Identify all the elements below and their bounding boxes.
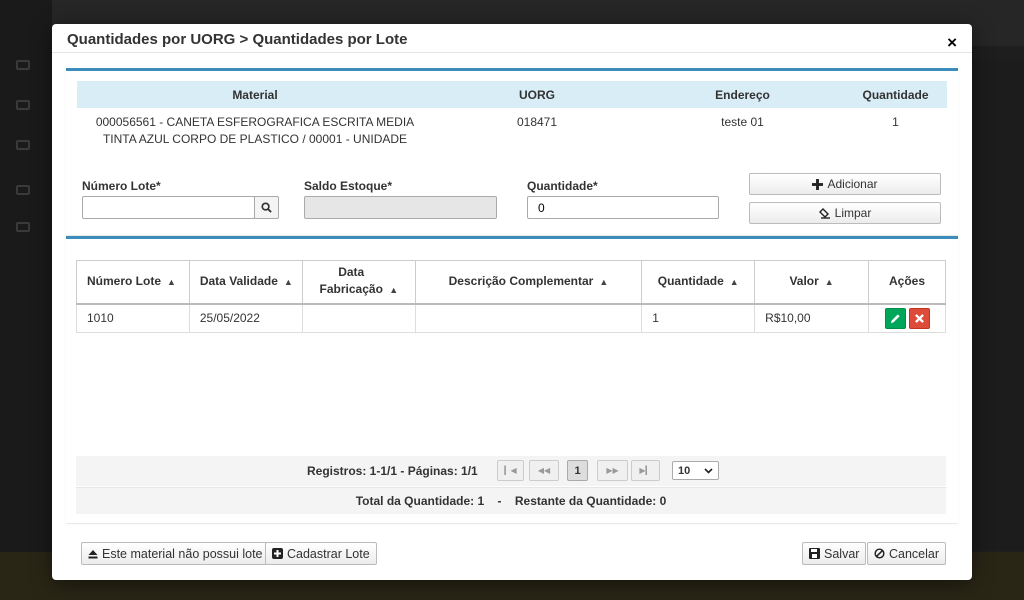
sem-lote-button[interactable]: Este material não possui lote [81, 542, 270, 565]
page-size-select[interactable]: 10 [672, 461, 719, 480]
column-header-data-fabricacao[interactable]: Data Fabricação ▲ [301, 260, 416, 305]
salvar-button[interactable]: Salvar [802, 542, 867, 565]
quantidade-input[interactable] [527, 196, 719, 219]
background-menu-icon [16, 222, 30, 232]
material-description: 000056561 - CANETA ESFEROGRAFICA ESCRITA… [95, 115, 415, 146]
sort-icon: ▲ [283, 276, 293, 287]
search-icon [261, 202, 272, 213]
next-page-button[interactable]: ▶▶ [597, 460, 628, 481]
column-header-valor[interactable]: Valor ▲ [754, 260, 870, 305]
total-quantidade: Total da Quantidade: 1 [355, 494, 485, 508]
background-menu-icon [16, 60, 30, 70]
cadastrar-lote-button[interactable]: Cadastrar Lote [265, 542, 377, 565]
modal-header: Quantidades por UORG > Quantidades por L… [52, 24, 972, 53]
cancelar-button[interactable]: Cancelar [867, 542, 947, 565]
eraser-icon [818, 207, 830, 219]
plus-icon [812, 178, 824, 190]
cell-data-validade: 25/05/2022 [188, 303, 303, 333]
column-header-label: Número Lote [87, 273, 162, 288]
column-header-descricao[interactable]: Descrição Complementar ▲ [414, 260, 643, 305]
cell-descricao [414, 303, 643, 333]
column-header-quantidade[interactable]: Quantidade ▲ [641, 260, 756, 305]
numero-lote-group: Número Lote* [82, 179, 279, 219]
material-panel: Material UORG Endereço Quantidade 000056… [66, 68, 958, 235]
eject-icon [88, 549, 98, 558]
column-header-data-validade[interactable]: Data Validade ▲ [188, 260, 303, 305]
background-menu-icon [16, 100, 30, 110]
numero-lote-lookup [82, 196, 279, 219]
delete-button[interactable] [908, 307, 930, 329]
pagination-info: Registros: 1-1/1 - Páginas: 1/1 [307, 464, 478, 478]
column-header-label: Data Fabricação [319, 265, 383, 297]
background-sidebar [0, 0, 52, 600]
column-header-label: Quantidade [657, 273, 724, 288]
chevron-down-icon [704, 467, 713, 474]
column-header-label: Descrição Complementar [448, 273, 594, 288]
modal-title: Quantidades por UORG > Quantidades por L… [67, 31, 408, 48]
last-page-button[interactable]: ▶▎ [631, 460, 660, 481]
material-table: Material UORG Endereço Quantidade 000056… [77, 81, 947, 148]
lote-quantities-modal: Quantidades por UORG > Quantidades por L… [52, 24, 972, 580]
restante-quantidade: Restante da Quantidade: 0 [514, 494, 667, 508]
page-button-current[interactable]: 1 [567, 460, 588, 481]
column-header-quantidade: Quantidade [844, 81, 947, 108]
save-icon [809, 548, 820, 559]
sort-icon: ▲ [729, 276, 739, 287]
close-icon [914, 313, 924, 323]
lotes-panel: Número Lote ▲ Data Validade ▲ Data Fabrica… [66, 236, 958, 523]
search-lote-button[interactable] [254, 196, 279, 219]
column-header-material: Material [77, 81, 433, 108]
numero-lote-input[interactable] [82, 196, 255, 219]
page-size-value: 10 [678, 464, 691, 477]
sort-icon: ▲ [389, 285, 399, 296]
material-quantidade: 1 [892, 115, 899, 129]
quantidade-group: Quantidade* [527, 179, 719, 219]
background-content [972, 60, 1024, 550]
pagination-bar: Registros: 1-1/1 - Páginas: 1/1 ▎◀ ◀◀ 1 … [76, 456, 946, 486]
adicionar-button[interactable]: Adicionar [749, 173, 941, 195]
cell-valor: R$10,00 [754, 303, 870, 333]
cell-numero-lote: 1010 [76, 303, 190, 333]
column-header-endereco: Endereço [641, 81, 844, 108]
salvar-label: Salvar [824, 546, 860, 561]
column-header-label: Data Validade [199, 273, 278, 288]
first-page-button[interactable]: ▎◀ [497, 460, 524, 481]
limpar-button[interactable]: Limpar [749, 202, 941, 224]
material-endereco: teste 01 [721, 115, 764, 129]
cell-quantidade: 1 [641, 303, 756, 333]
sem-lote-label: Este material não possui lote [102, 546, 263, 561]
plus-square-icon [272, 548, 283, 559]
cell-acoes [868, 303, 946, 333]
lotes-table: Número Lote ▲ Data Validade ▲ Data Fabrica… [76, 260, 946, 333]
saldo-estoque-input [304, 196, 497, 219]
close-icon[interactable]: × [947, 34, 957, 51]
limpar-label: Limpar [834, 206, 872, 220]
prev-page-button[interactable]: ◀◀ [529, 460, 559, 481]
sort-icon: ▲ [599, 276, 609, 287]
cancelar-label: Cancelar [889, 546, 940, 561]
adicionar-label: Adicionar [827, 177, 878, 191]
cadastrar-lote-label: Cadastrar Lote [287, 546, 370, 561]
numero-lote-label: Número Lote* [82, 179, 161, 193]
edit-button[interactable] [884, 307, 906, 329]
saldo-estoque-group: Saldo Estoque* [304, 179, 497, 219]
column-header-label: Valor [789, 273, 819, 288]
pencil-icon [890, 314, 900, 323]
totals-separator: - [497, 494, 502, 508]
column-header-acoes: Ações [868, 260, 946, 305]
material-row: 000056561 - CANETA ESFEROGRAFICA ESCRITA… [77, 108, 947, 148]
quantidade-label: Quantidade* [527, 179, 598, 193]
background-menu-icon [16, 185, 30, 195]
cell-data-fabricacao [301, 303, 416, 333]
sort-icon: ▲ [167, 276, 176, 287]
column-header-numero-lote[interactable]: Número Lote ▲ [76, 260, 190, 305]
column-header-uorg: UORG [433, 81, 641, 108]
saldo-estoque-label: Saldo Estoque* [304, 179, 393, 193]
ban-icon [874, 548, 885, 559]
material-uorg: 018471 [516, 115, 558, 129]
table-row: 1010 25/05/2022 1 R$10,00 [76, 303, 946, 333]
sort-icon: ▲ [824, 276, 834, 287]
totals-bar: Total da Quantidade: 1 - Restante da Qua… [76, 487, 946, 514]
background-menu-icon [16, 140, 30, 150]
